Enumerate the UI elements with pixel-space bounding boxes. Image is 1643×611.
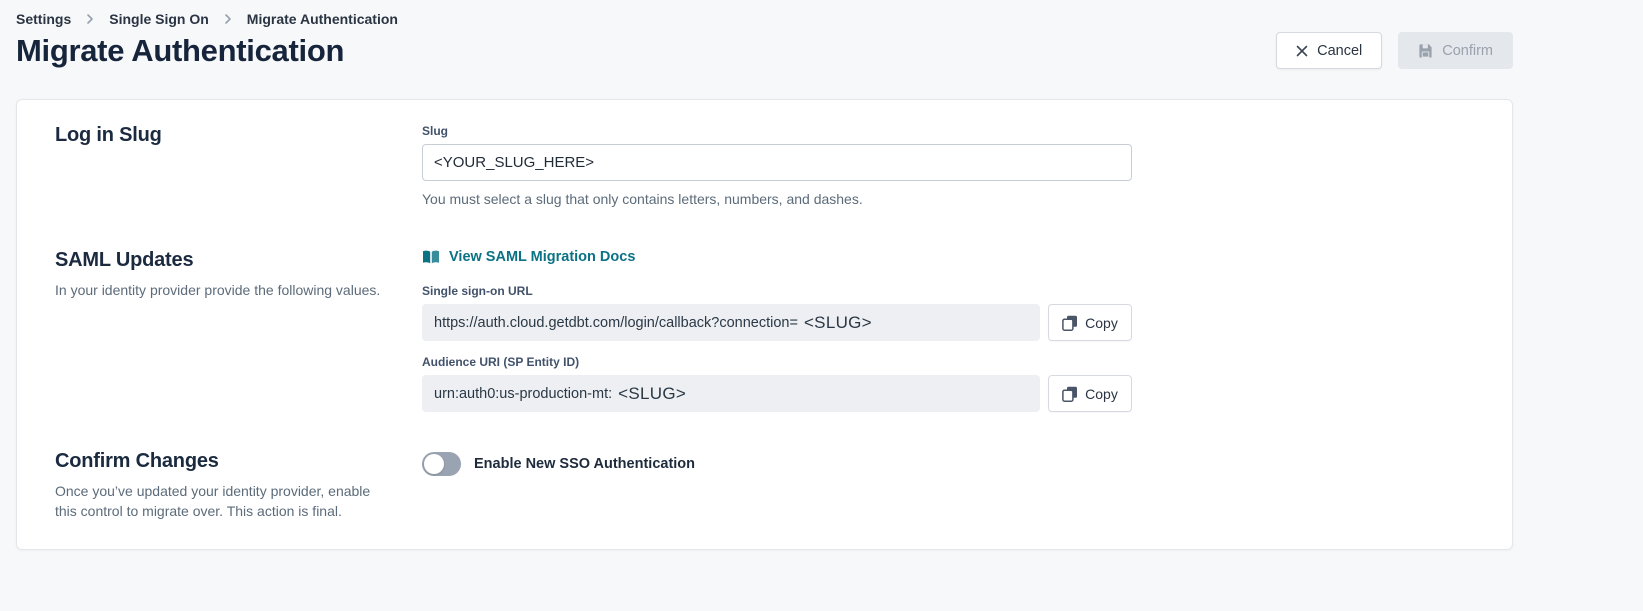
enable-sso-toggle[interactable] [422, 452, 461, 476]
sso-url-field-group: Single sign-on URL https://auth.cloud.ge… [422, 284, 1132, 341]
confirm-button-label: Confirm [1442, 43, 1493, 59]
docs-link-label: View SAML Migration Docs [449, 249, 635, 265]
breadcrumb-item-settings[interactable]: Settings [16, 11, 71, 27]
sso-url-value-field: https://auth.cloud.getdbt.com/login/call… [422, 304, 1040, 341]
saml-updates-description: In your identity provider provide the fo… [55, 281, 390, 301]
x-icon [1296, 45, 1308, 57]
cancel-button-label: Cancel [1317, 43, 1362, 59]
copy-icon [1062, 386, 1078, 402]
saml-updates-heading: SAML Updates [55, 249, 390, 272]
save-icon [1418, 43, 1433, 58]
sso-url-value: https://auth.cloud.getdbt.com/login/call… [434, 315, 798, 331]
open-book-icon [422, 250, 440, 265]
header-actions: Cancel Confirm [1276, 32, 1513, 69]
chevron-right-icon [83, 12, 97, 26]
copy-button-label: Copy [1085, 386, 1118, 402]
copy-button-label: Copy [1085, 315, 1118, 331]
copy-sso-url-button[interactable]: Copy [1048, 304, 1132, 341]
audience-uri-label: Audience URI (SP Entity ID) [422, 355, 1132, 369]
slug-input[interactable] [422, 144, 1132, 181]
confirm-changes-description: Once you’ve updated your identity provid… [55, 482, 390, 521]
copy-icon [1062, 315, 1078, 331]
confirm-changes-heading: Confirm Changes [55, 450, 390, 473]
confirm-changes-section: Confirm Changes Once you’ve updated your… [55, 450, 1474, 521]
sso-url-slug-token: <SLUG> [804, 313, 872, 333]
confirm-button[interactable]: Confirm [1398, 32, 1513, 69]
breadcrumb-item-single-sign-on[interactable]: Single Sign On [109, 11, 209, 27]
slug-help-text: You must select a slug that only contain… [422, 191, 1132, 207]
page-title: Migrate Authentication [16, 33, 344, 69]
toggle-knob [424, 454, 444, 474]
page-content: Settings Single Sign On Migrate Authenti… [16, 0, 1513, 550]
audience-uri-slug-token: <SLUG> [618, 384, 686, 404]
title-row: Migrate Authentication Cancel Confirm [16, 32, 1513, 69]
sso-url-label: Single sign-on URL [422, 284, 1132, 298]
chevron-right-icon [221, 12, 235, 26]
view-saml-migration-docs-link[interactable]: View SAML Migration Docs [422, 249, 635, 265]
audience-uri-value-field: urn:auth0:us-production-mt: <SLUG> [422, 375, 1040, 412]
cancel-button[interactable]: Cancel [1276, 32, 1382, 69]
slug-field-label: Slug [422, 124, 1132, 138]
login-slug-heading: Log in Slug [55, 124, 390, 147]
breadcrumb-item-migrate-authentication: Migrate Authentication [247, 11, 398, 27]
enable-sso-toggle-label: Enable New SSO Authentication [474, 456, 695, 472]
copy-audience-uri-button[interactable]: Copy [1048, 375, 1132, 412]
audience-uri-field-group: Audience URI (SP Entity ID) urn:auth0:us… [422, 355, 1132, 412]
saml-updates-section: SAML Updates In your identity provider p… [55, 249, 1474, 412]
login-slug-section: Log in Slug Slug You must select a slug … [55, 124, 1474, 207]
migrate-authentication-card: Log in Slug Slug You must select a slug … [16, 99, 1513, 550]
breadcrumb: Settings Single Sign On Migrate Authenti… [16, 0, 1513, 27]
audience-uri-value: urn:auth0:us-production-mt: [434, 386, 612, 402]
